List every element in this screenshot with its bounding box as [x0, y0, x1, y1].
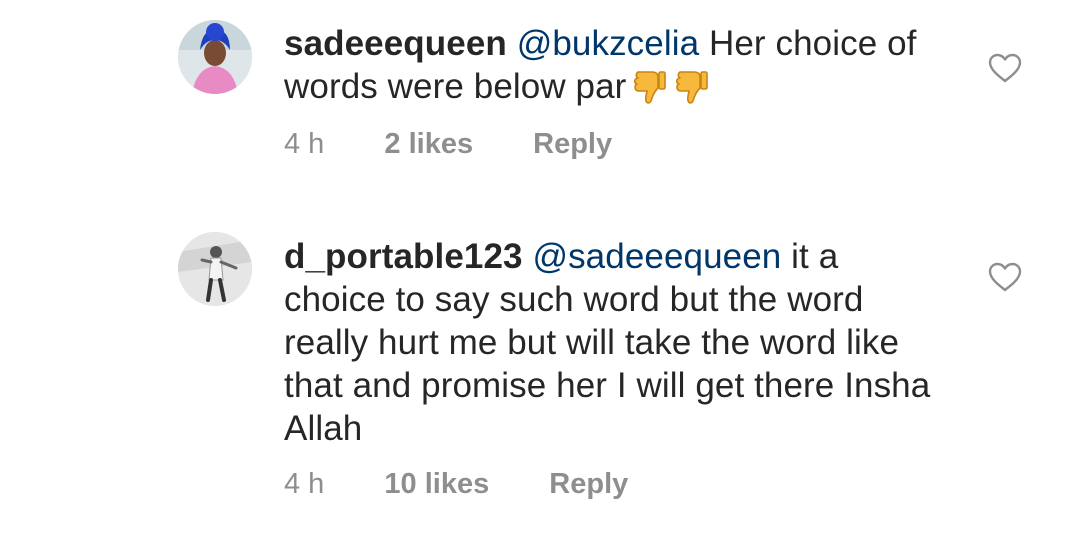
- comment-timestamp: 4 h: [284, 468, 325, 500]
- comment-username[interactable]: sadeeequeen: [284, 24, 507, 63]
- comment-username[interactable]: d_portable123: [284, 237, 523, 276]
- reply-button[interactable]: Reply: [533, 128, 612, 161]
- thumbs-down-icon: [632, 68, 668, 116]
- reply-button[interactable]: Reply: [549, 468, 628, 501]
- heart-outline-icon[interactable]: [988, 53, 1022, 83]
- heart-outline-icon[interactable]: [988, 262, 1022, 292]
- comment-mention[interactable]: @sadeeequeen: [532, 237, 781, 276]
- comment-timestamp: 4 h: [284, 128, 325, 160]
- comment-meta: 4 h 2 likes Reply: [284, 128, 612, 161]
- comment-text: d_portable123 @sadeeequeen it a choice t…: [284, 235, 944, 450]
- comment-item: d_portable123 @sadeeequeen it a choice t…: [0, 210, 1080, 530]
- avatar[interactable]: [178, 232, 252, 306]
- comment-mention[interactable]: @bukzcelia: [517, 24, 699, 63]
- comment-likes-count[interactable]: 2 likes: [384, 128, 473, 161]
- comment-text: sadeeequeen @bukzcelia Her choice of wor…: [284, 22, 944, 116]
- comment-meta: 4 h 10 likes Reply: [284, 468, 628, 501]
- avatar[interactable]: [178, 20, 252, 94]
- comment-item: sadeeequeen @bukzcelia Her choice of wor…: [0, 0, 1080, 200]
- thumbs-down-icon: [674, 68, 710, 116]
- comment-likes-count[interactable]: 10 likes: [384, 468, 489, 501]
